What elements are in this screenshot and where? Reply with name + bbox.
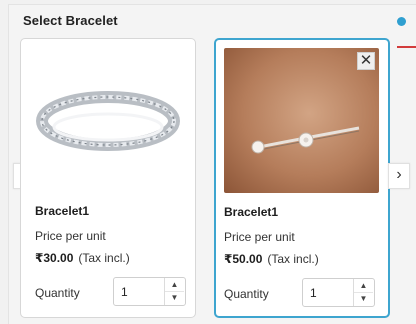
product-card-selected[interactable]: ✕ Bracelet1 Price per unit ₹50.00 (Tax in…: [214, 38, 390, 318]
chevron-right-icon: ›: [396, 166, 402, 183]
tax-note: (Tax incl.): [267, 252, 319, 266]
quantity-label: Quantity: [224, 287, 269, 301]
stepper-down-icon[interactable]: ▼: [165, 291, 184, 304]
product-image: [31, 49, 186, 194]
price-per-unit-label: Price per unit: [35, 229, 106, 243]
quantity-stepper: ▲ ▼: [302, 278, 375, 307]
quantity-input[interactable]: [303, 279, 353, 306]
price-line: ₹50.00 (Tax incl.): [224, 252, 319, 266]
pointer-line: [397, 46, 416, 48]
product-name: Bracelet1: [35, 204, 90, 218]
quantity-input[interactable]: [114, 278, 164, 305]
stepper-down-icon[interactable]: ▼: [354, 292, 373, 305]
cuff-bracelet-icon: [251, 126, 360, 154]
price-per-unit-label: Price per unit: [224, 230, 295, 244]
info-dot-icon: [397, 17, 406, 26]
price-line: ₹30.00 (Tax incl.): [35, 251, 130, 265]
close-icon[interactable]: ✕: [357, 52, 375, 70]
product-image: ✕: [224, 48, 379, 193]
stepper-up-icon[interactable]: ▲: [354, 279, 373, 293]
stepper-controls: ▲ ▼: [164, 278, 185, 305]
tax-note: (Tax incl.): [78, 251, 130, 265]
panel-title: Select Bracelet: [23, 13, 118, 28]
quantity-label: Quantity: [35, 286, 80, 300]
silver-chain-bracelet-icon: [36, 91, 180, 151]
product-price: ₹50.00: [224, 252, 263, 266]
stepper-up-icon[interactable]: ▲: [165, 278, 184, 292]
product-card[interactable]: Bracelet1 Price per unit ₹30.00 (Tax incl…: [20, 38, 196, 318]
stepper-controls: ▲ ▼: [353, 279, 374, 306]
product-price: ₹30.00: [35, 251, 74, 265]
carousel-next-button[interactable]: ›: [388, 163, 410, 189]
product-name: Bracelet1: [224, 205, 279, 219]
quantity-stepper: ▲ ▼: [113, 277, 186, 306]
